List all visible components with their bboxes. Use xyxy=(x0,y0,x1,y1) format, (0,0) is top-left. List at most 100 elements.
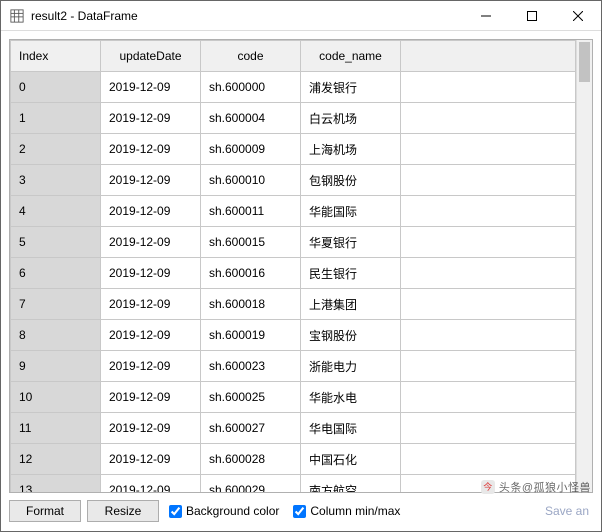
cell-index[interactable]: 6 xyxy=(11,258,101,289)
col-header-index[interactable]: Index xyxy=(11,41,101,72)
cell-updateDate[interactable]: 2019-12-09 xyxy=(101,289,201,320)
cell-code-name[interactable]: 华夏银行 xyxy=(301,227,401,258)
cell-updateDate[interactable]: 2019-12-09 xyxy=(101,320,201,351)
cell-code-name[interactable]: 华能国际 xyxy=(301,196,401,227)
table-row[interactable]: 62019-12-09sh.600016民生银行 xyxy=(11,258,576,289)
cell-code[interactable]: sh.600019 xyxy=(201,320,301,351)
window-title: result2 - DataFrame xyxy=(31,9,463,23)
cell-code[interactable]: sh.600028 xyxy=(201,444,301,475)
cell-code[interactable]: sh.600023 xyxy=(201,351,301,382)
cell-updateDate[interactable]: 2019-12-09 xyxy=(101,103,201,134)
cell-index[interactable]: 4 xyxy=(11,196,101,227)
bottom-toolbar: Format Resize Background color Column mi… xyxy=(9,493,593,523)
cell-code-name[interactable]: 中国石化 xyxy=(301,444,401,475)
cell-code[interactable]: sh.600029 xyxy=(201,475,301,493)
cell-code-name[interactable]: 上海机场 xyxy=(301,134,401,165)
cell-empty xyxy=(401,165,576,196)
close-button[interactable] xyxy=(555,1,601,31)
cell-empty xyxy=(401,351,576,382)
cell-updateDate[interactable]: 2019-12-09 xyxy=(101,475,201,493)
cell-code-name[interactable]: 浦发银行 xyxy=(301,72,401,103)
cell-code-name[interactable]: 白云机场 xyxy=(301,103,401,134)
cell-empty xyxy=(401,382,576,413)
cell-empty xyxy=(401,103,576,134)
minimize-button[interactable] xyxy=(463,1,509,31)
cell-index[interactable]: 3 xyxy=(11,165,101,196)
cell-index[interactable]: 2 xyxy=(11,134,101,165)
cell-index[interactable]: 10 xyxy=(11,382,101,413)
cell-index[interactable]: 12 xyxy=(11,444,101,475)
cell-updateDate[interactable]: 2019-12-09 xyxy=(101,227,201,258)
cell-empty xyxy=(401,196,576,227)
cell-index[interactable]: 9 xyxy=(11,351,101,382)
cell-code-name[interactable]: 浙能电力 xyxy=(301,351,401,382)
cell-updateDate[interactable]: 2019-12-09 xyxy=(101,134,201,165)
table-row[interactable]: 82019-12-09sh.600019宝钢股份 xyxy=(11,320,576,351)
table-row[interactable]: 112019-12-09sh.600027华电国际 xyxy=(11,413,576,444)
bgcolor-checkbox-label[interactable]: Background color xyxy=(165,504,283,518)
cell-updateDate[interactable]: 2019-12-09 xyxy=(101,165,201,196)
cell-updateDate[interactable]: 2019-12-09 xyxy=(101,382,201,413)
cell-code-name[interactable]: 华电国际 xyxy=(301,413,401,444)
table-row[interactable]: 102019-12-09sh.600025华能水电 xyxy=(11,382,576,413)
cell-empty xyxy=(401,227,576,258)
cell-code[interactable]: sh.600009 xyxy=(201,134,301,165)
dataframe-scroll[interactable]: Index updateDate code code_name 02019-12… xyxy=(10,40,576,492)
table-row[interactable]: 32019-12-09sh.600010包钢股份 xyxy=(11,165,576,196)
save-link[interactable]: Save an xyxy=(545,504,593,518)
cell-updateDate[interactable]: 2019-12-09 xyxy=(101,258,201,289)
maximize-button[interactable] xyxy=(509,1,555,31)
cell-index[interactable]: 7 xyxy=(11,289,101,320)
table-row[interactable]: 52019-12-09sh.600015华夏银行 xyxy=(11,227,576,258)
header-row: Index updateDate code code_name xyxy=(11,41,576,72)
cell-code[interactable]: sh.600015 xyxy=(201,227,301,258)
table-row[interactable]: 12019-12-09sh.600004白云机场 xyxy=(11,103,576,134)
cell-updateDate[interactable]: 2019-12-09 xyxy=(101,351,201,382)
cell-code-name[interactable]: 华能水电 xyxy=(301,382,401,413)
cell-code[interactable]: sh.600004 xyxy=(201,103,301,134)
cell-code[interactable]: sh.600011 xyxy=(201,196,301,227)
minmax-checkbox-label[interactable]: Column min/max xyxy=(289,504,404,518)
cell-code-name[interactable]: 民生银行 xyxy=(301,258,401,289)
cell-updateDate[interactable]: 2019-12-09 xyxy=(101,72,201,103)
cell-index[interactable]: 11 xyxy=(11,413,101,444)
cell-code[interactable]: sh.600027 xyxy=(201,413,301,444)
table-row[interactable]: 22019-12-09sh.600009上海机场 xyxy=(11,134,576,165)
resize-button[interactable]: Resize xyxy=(87,500,159,522)
cell-index[interactable]: 5 xyxy=(11,227,101,258)
minmax-checkbox[interactable] xyxy=(293,505,306,518)
table-row[interactable]: 132019-12-09sh.600029南方航空 xyxy=(11,475,576,493)
table-row[interactable]: 122019-12-09sh.600028中国石化 xyxy=(11,444,576,475)
vertical-scrollbar[interactable] xyxy=(576,40,592,492)
cell-code[interactable]: sh.600025 xyxy=(201,382,301,413)
cell-code[interactable]: sh.600010 xyxy=(201,165,301,196)
scrollbar-thumb[interactable] xyxy=(579,42,590,82)
cell-code[interactable]: sh.600016 xyxy=(201,258,301,289)
col-header-code-name[interactable]: code_name xyxy=(301,41,401,72)
cell-updateDate[interactable]: 2019-12-09 xyxy=(101,444,201,475)
table-row[interactable]: 72019-12-09sh.600018上港集团 xyxy=(11,289,576,320)
content-area: Index updateDate code code_name 02019-12… xyxy=(1,31,601,531)
cell-updateDate[interactable]: 2019-12-09 xyxy=(101,413,201,444)
cell-code[interactable]: sh.600000 xyxy=(201,72,301,103)
cell-index[interactable]: 13 xyxy=(11,475,101,493)
bgcolor-checkbox[interactable] xyxy=(169,505,182,518)
cell-code-name[interactable]: 宝钢股份 xyxy=(301,320,401,351)
dataframe-table-frame: Index updateDate code code_name 02019-12… xyxy=(9,39,593,493)
table-row[interactable]: 02019-12-09sh.600000浦发银行 xyxy=(11,72,576,103)
cell-updateDate[interactable]: 2019-12-09 xyxy=(101,196,201,227)
format-button[interactable]: Format xyxy=(9,500,81,522)
cell-code[interactable]: sh.600018 xyxy=(201,289,301,320)
cell-index[interactable]: 8 xyxy=(11,320,101,351)
col-header-updateDate[interactable]: updateDate xyxy=(101,41,201,72)
cell-code-name[interactable]: 包钢股份 xyxy=(301,165,401,196)
cell-code-name[interactable]: 南方航空 xyxy=(301,475,401,493)
cell-index[interactable]: 1 xyxy=(11,103,101,134)
col-header-code[interactable]: code xyxy=(201,41,301,72)
table-row[interactable]: 42019-12-09sh.600011华能国际 xyxy=(11,196,576,227)
cell-empty xyxy=(401,475,576,493)
table-row[interactable]: 92019-12-09sh.600023浙能电力 xyxy=(11,351,576,382)
cell-index[interactable]: 0 xyxy=(11,72,101,103)
cell-code-name[interactable]: 上港集团 xyxy=(301,289,401,320)
titlebar: result2 - DataFrame xyxy=(1,1,601,31)
